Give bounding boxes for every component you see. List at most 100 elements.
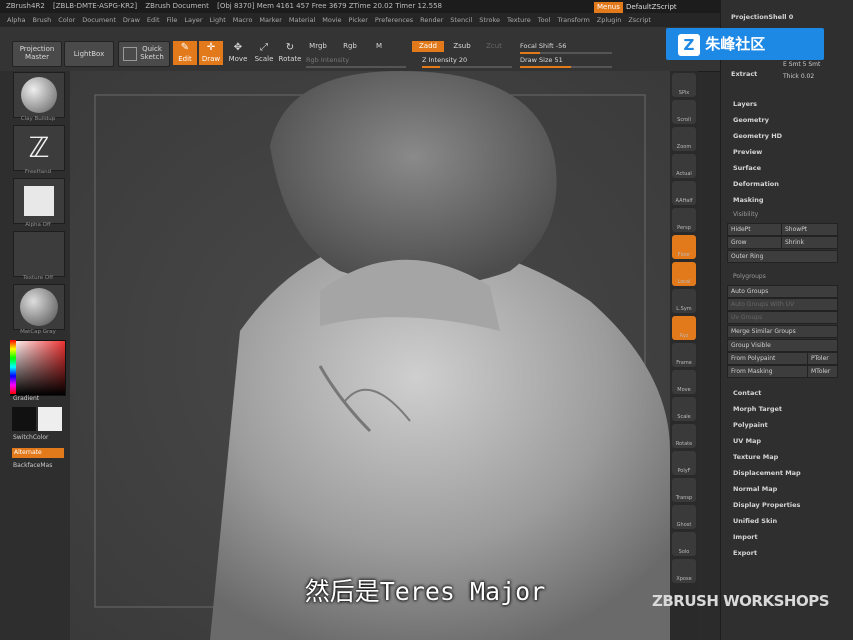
extract-button[interactable]: Extract bbox=[731, 70, 757, 78]
auto-groups-uv-button[interactable]: Auto Groups With UV bbox=[727, 298, 838, 311]
menu-picker[interactable]: Picker bbox=[349, 16, 368, 24]
outer-ring-button[interactable]: Outer Ring bbox=[727, 250, 838, 263]
rgb-button[interactable]: Rgb bbox=[338, 42, 362, 54]
quick-sketch-button[interactable]: Quick Sketch bbox=[118, 41, 170, 67]
menu-texture[interactable]: Texture bbox=[507, 16, 531, 24]
section-preview[interactable]: Preview bbox=[733, 148, 762, 156]
gradient-label[interactable]: Gradient bbox=[13, 395, 39, 402]
switch-color-button[interactable]: SwitchColor bbox=[13, 434, 49, 441]
primary-color-swatch[interactable] bbox=[38, 407, 62, 431]
sculpt-viewport[interactable] bbox=[70, 71, 670, 640]
move-button[interactable]: ✥ Move bbox=[226, 41, 250, 65]
file-id: [ZBLB-DMTE-ASPG-KR2] bbox=[53, 2, 138, 10]
mrgb-button[interactable]: Mrgb bbox=[306, 42, 330, 54]
section-geometry[interactable]: Geometry bbox=[733, 116, 769, 124]
menu-transform[interactable]: Transform bbox=[557, 16, 589, 24]
menu-macro[interactable]: Macro bbox=[233, 16, 253, 24]
menu-file[interactable]: File bbox=[167, 16, 178, 24]
draw-size-slider[interactable]: Draw Size 51 bbox=[520, 55, 612, 68]
backface-mask-button[interactable]: BackfaceMas bbox=[13, 462, 52, 469]
section-export[interactable]: Export bbox=[733, 549, 757, 557]
draw-button[interactable]: ✛ Draw bbox=[199, 41, 223, 65]
from-polypaint-button[interactable]: From Polypaint bbox=[727, 352, 810, 365]
rgb-intensity-slider[interactable]: Rgb Intensity bbox=[306, 55, 406, 68]
thick-slider[interactable]: Thick 0.02 bbox=[783, 73, 814, 80]
group-visible-button[interactable]: Group Visible bbox=[727, 339, 838, 352]
section-texture-map[interactable]: Texture Map bbox=[733, 453, 778, 461]
material-thumbnail[interactable] bbox=[13, 284, 65, 330]
menu-stencil[interactable]: Stencil bbox=[450, 16, 472, 24]
color-picker[interactable] bbox=[10, 340, 66, 396]
secondary-color-swatch[interactable] bbox=[12, 407, 36, 431]
rotate-button[interactable]: ↻ Rotate bbox=[278, 41, 302, 65]
alpha-thumbnail[interactable] bbox=[13, 178, 65, 224]
menu-draw[interactable]: Draw bbox=[123, 16, 140, 24]
menu-render[interactable]: Render bbox=[420, 16, 443, 24]
scale-button[interactable]: ⤢ Scale bbox=[252, 41, 276, 65]
stroke-thumbnail[interactable]: ℤ bbox=[13, 125, 65, 171]
focal-shift-slider[interactable]: Focal Shift -56 bbox=[520, 41, 612, 54]
section-import[interactable]: Import bbox=[733, 533, 758, 541]
menu-layer[interactable]: Layer bbox=[184, 16, 202, 24]
z-intensity-slider[interactable]: Z Intensity 20 bbox=[422, 55, 512, 68]
section-deformation[interactable]: Deformation bbox=[733, 180, 779, 188]
section-contact[interactable]: Contact bbox=[733, 389, 761, 397]
edit-button[interactable]: ✎ Edit bbox=[173, 41, 197, 65]
ghost-label: Ghost bbox=[676, 522, 692, 528]
grow-button[interactable]: Grow bbox=[727, 236, 784, 249]
zcut-button[interactable]: Zcut bbox=[480, 41, 508, 52]
menu-zscript[interactable]: Zscript bbox=[628, 16, 651, 24]
default-script-button[interactable]: DefaultZScript bbox=[623, 2, 680, 13]
ptoler-slider[interactable]: PToler bbox=[807, 352, 838, 365]
scroll-label: Scroll bbox=[677, 117, 691, 123]
menu-marker[interactable]: Marker bbox=[259, 16, 281, 24]
m-button[interactable]: M bbox=[372, 42, 386, 54]
uv-groups-button[interactable]: Uv Groups bbox=[727, 311, 838, 324]
texture-thumbnail[interactable] bbox=[13, 231, 65, 277]
section-polypaint[interactable]: Polypaint bbox=[733, 421, 768, 429]
projection-master-button[interactable]: Projection Master bbox=[12, 41, 62, 67]
showpt-button[interactable]: ShowPt bbox=[781, 223, 838, 236]
menu-brush[interactable]: Brush bbox=[32, 16, 51, 24]
menu-stroke[interactable]: Stroke bbox=[479, 16, 500, 24]
merge-similar-groups-button[interactable]: Merge Similar Groups bbox=[727, 325, 838, 338]
section-masking[interactable]: Masking bbox=[733, 196, 764, 204]
hidept-button[interactable]: HidePt bbox=[727, 223, 784, 236]
menu-document[interactable]: Document bbox=[82, 16, 116, 24]
document-canvas[interactable] bbox=[70, 71, 670, 640]
material-label: MatCap Gray bbox=[20, 329, 56, 335]
shrink-button[interactable]: Shrink bbox=[781, 236, 838, 249]
mtoler-slider[interactable]: MToler bbox=[807, 365, 838, 378]
menu-edit[interactable]: Edit bbox=[147, 16, 160, 24]
menu-light[interactable]: Light bbox=[210, 16, 226, 24]
section-unified-skin[interactable]: Unified Skin bbox=[733, 517, 777, 525]
section-surface[interactable]: Surface bbox=[733, 164, 761, 172]
hue-strip[interactable] bbox=[10, 340, 16, 394]
smooth-slider[interactable]: E Smt 5 Smt bbox=[783, 61, 820, 68]
menu-alpha[interactable]: Alpha bbox=[7, 16, 25, 24]
section-layers[interactable]: Layers bbox=[733, 100, 757, 108]
projection-master-label: Projection Master bbox=[19, 45, 55, 61]
alternate-button[interactable]: Alternate bbox=[12, 448, 64, 458]
menu-preferences[interactable]: Preferences bbox=[375, 16, 413, 24]
projection-shell-slider[interactable]: ProjectionShell 0 bbox=[731, 13, 793, 21]
section-geometry-hd[interactable]: Geometry HD bbox=[733, 132, 782, 140]
section-uv-map[interactable]: UV Map bbox=[733, 437, 761, 445]
menu-material[interactable]: Material bbox=[289, 16, 315, 24]
stats-readout: [Obj 8370] Mem 4161 457 Free 3679 ZTime … bbox=[217, 2, 442, 10]
auto-groups-button[interactable]: Auto Groups bbox=[727, 285, 838, 298]
zadd-button[interactable]: Zadd bbox=[412, 41, 444, 52]
menu-color[interactable]: Color bbox=[58, 16, 75, 24]
from-masking-button[interactable]: From Masking bbox=[727, 365, 810, 378]
zsub-button[interactable]: Zsub bbox=[448, 41, 476, 52]
section-morph-target[interactable]: Morph Target bbox=[733, 405, 782, 413]
menus-button[interactable]: Menus bbox=[594, 2, 623, 13]
lightbox-button[interactable]: LightBox bbox=[64, 41, 114, 67]
menu-zplugin[interactable]: Zplugin bbox=[597, 16, 622, 24]
section-normal-map[interactable]: Normal Map bbox=[733, 485, 777, 493]
section-display-properties[interactable]: Display Properties bbox=[733, 501, 800, 509]
brush-thumbnail[interactable] bbox=[13, 72, 65, 118]
menu-tool[interactable]: Tool bbox=[538, 16, 551, 24]
menu-movie[interactable]: Movie bbox=[322, 16, 341, 24]
section-displacement-map[interactable]: Displacement Map bbox=[733, 469, 801, 477]
